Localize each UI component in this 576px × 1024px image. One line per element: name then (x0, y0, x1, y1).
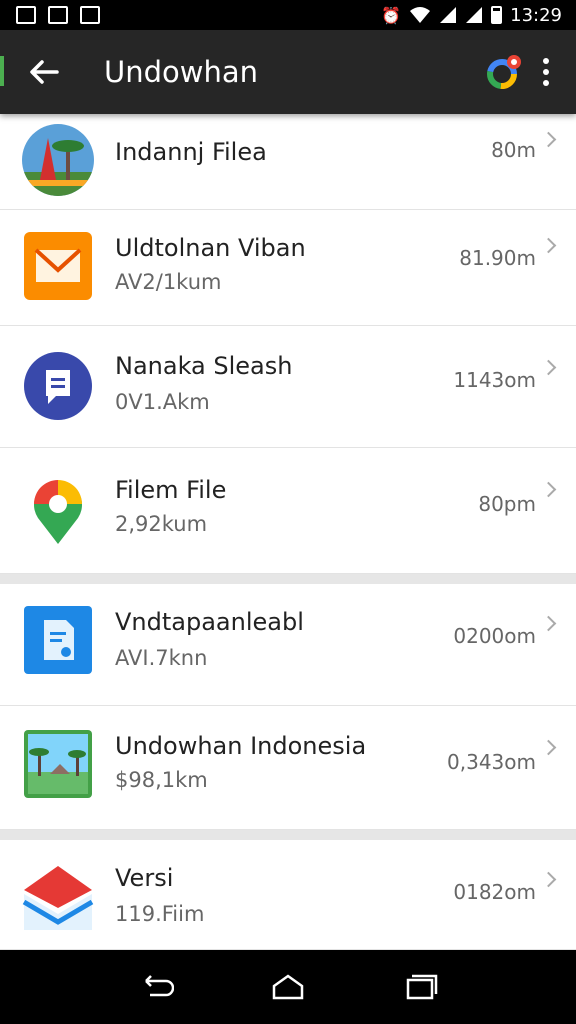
item-subtitle: 0V1.Akm (115, 390, 210, 414)
app-bar: Undowhan (0, 30, 576, 114)
item-subtitle: AVI.7knn (115, 646, 208, 670)
item-distance: 80pm (478, 492, 536, 516)
item-subtitle: 2,92kum (115, 512, 208, 536)
chevron-right-icon (540, 131, 557, 148)
play-notification-icon (80, 6, 100, 24)
list-item[interactable]: Undowhan Indonesia $98,1km 0,343om (0, 706, 576, 830)
nav-recents-icon (406, 974, 438, 1000)
nav-back-button[interactable] (136, 972, 176, 1002)
item-distance: 0200om (453, 624, 536, 648)
item-distance: 80m (491, 138, 536, 162)
island-photo-icon (24, 730, 92, 798)
item-subtitle: $98,1km (115, 768, 208, 792)
accent-strip (0, 56, 4, 86)
arrow-left-icon (30, 60, 59, 84)
status-bar: ⏰ 13:29 (0, 0, 576, 30)
chevron-right-icon (540, 871, 557, 888)
nav-home-button[interactable] (268, 972, 308, 1002)
chevron-right-icon (540, 359, 557, 376)
item-subtitle: 119.Fiim (115, 902, 205, 926)
chevron-right-icon (540, 237, 557, 254)
item-distance: 0182om (453, 880, 536, 904)
item-distance: 1143om (453, 368, 536, 392)
item-title: Indannj Filea (115, 138, 267, 166)
item-distance: 81.90m (459, 246, 536, 270)
chevron-right-icon (540, 615, 557, 632)
wifi-icon (410, 7, 431, 23)
inbox-icon (22, 866, 94, 930)
item-title: Nanaka Sleash (115, 352, 293, 380)
status-time: 13:29 (510, 4, 562, 26)
page-title: Undowhan (104, 55, 259, 89)
navigation-bar (0, 950, 576, 1024)
image-notification-icon (48, 6, 68, 24)
list-item[interactable]: Versi 119.Fiim 0182om (0, 840, 576, 950)
map-pin-icon (34, 480, 82, 544)
document-icon (24, 606, 92, 674)
chevron-right-icon (540, 739, 557, 756)
item-subtitle: AV2/1kum (115, 270, 222, 294)
battery-icon (491, 6, 503, 24)
notification-icon (16, 6, 36, 24)
landmark-photo-icon (22, 124, 94, 196)
item-distance: 0,343om (447, 750, 536, 774)
item-title: Uldtolnan Viban (115, 234, 306, 262)
nav-recents-button[interactable] (400, 972, 440, 1002)
overflow-menu-button[interactable] (526, 50, 566, 94)
list-item[interactable]: Vndtapaanleabl AVI.7knn 0200om (0, 584, 576, 706)
list-item[interactable]: Uldtolnan Viban AV2/1kum 81.90m (0, 210, 576, 326)
item-title: Undowhan Indonesia (115, 732, 367, 760)
nav-back-icon (145, 975, 174, 997)
alarm-icon: ⏰ (381, 5, 402, 25)
list-item[interactable]: Indannj Filea 80m (0, 114, 576, 210)
nav-home-icon (272, 974, 304, 1000)
results-list: Indannj Filea 80m Uldtolnan Viban AV2/1k… (0, 114, 576, 950)
chat-icon (24, 352, 92, 420)
chevron-right-icon (540, 481, 557, 498)
signal-icon (440, 7, 457, 23)
item-title: Filem File (115, 476, 227, 504)
mail-icon (24, 232, 92, 300)
item-title: Vndtapaanleabl (115, 608, 304, 636)
maps-logo-icon (487, 55, 521, 89)
item-title: Versi (115, 864, 174, 892)
signal-icon-2 (466, 7, 483, 23)
list-item[interactable]: Nanaka Sleash 0V1.Akm 1143om (0, 326, 576, 448)
maps-button[interactable] (482, 50, 526, 94)
back-button[interactable] (16, 44, 72, 100)
list-item[interactable]: Filem File 2,92kum 80pm (0, 448, 576, 574)
